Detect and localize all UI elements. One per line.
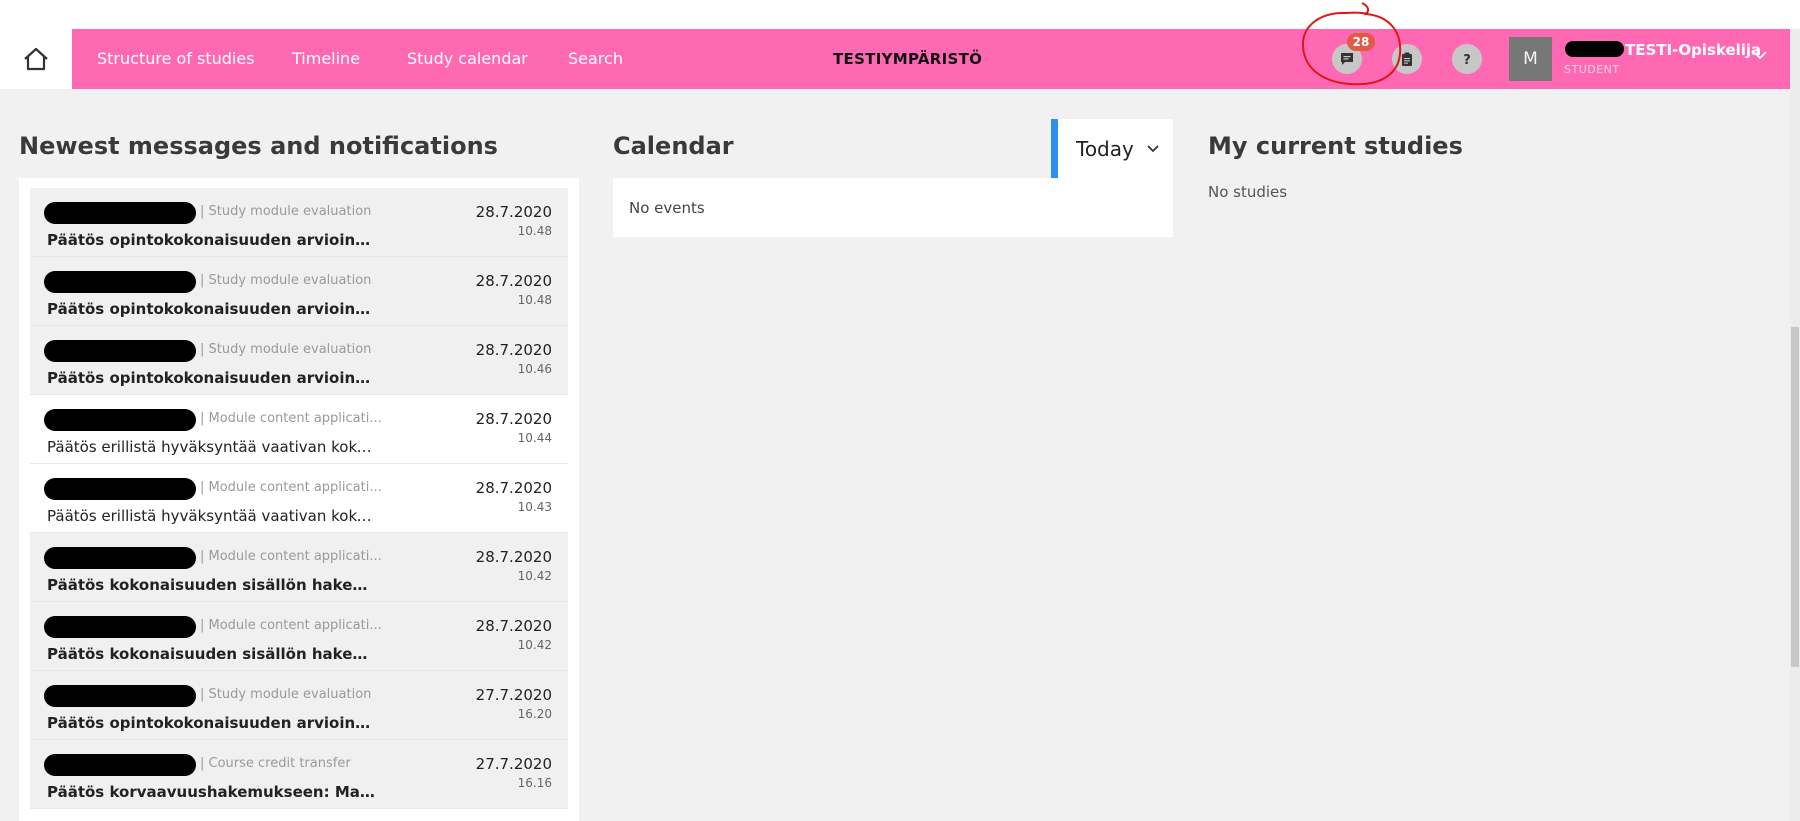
home-button[interactable] (0, 29, 72, 89)
user-role: STUDENT (1564, 63, 1620, 76)
message-row[interactable]: | Study module evaluation Päätös opintoko… (30, 188, 568, 257)
message-time: 16.16 (517, 776, 552, 790)
message-category: | Module content applicati... (200, 480, 382, 495)
message-row[interactable]: | Course credit transfer Päätös korvaavuu… (30, 740, 568, 809)
calendar-panel: No events (613, 178, 1173, 237)
help-icon: ? (1463, 53, 1471, 66)
avatar-letter: M (1523, 49, 1538, 69)
redacted-sender (44, 685, 196, 707)
nav-link-search[interactable]: Search (568, 29, 623, 89)
user-name[interactable]: TESTI-Opiskelija (1625, 41, 1761, 59)
message-time: 10.44 (517, 431, 552, 445)
redacted-sender (44, 478, 196, 500)
message-title: Päätös opintokokonaisuuden arviointipyyn… (47, 300, 377, 318)
message-time: 10.43 (517, 500, 552, 514)
home-icon (24, 47, 48, 71)
nav-link-timeline[interactable]: Timeline (292, 29, 360, 89)
environment-label: TESTIYMPÄRISTÖ (833, 50, 983, 68)
today-dropdown[interactable]: Today (1051, 119, 1173, 178)
redacted-sender (44, 271, 196, 293)
message-date: 27.7.2020 (475, 686, 552, 704)
redacted-user-name (1565, 41, 1624, 57)
message-date: 28.7.2020 (475, 410, 552, 428)
redacted-sender (44, 754, 196, 776)
message-category: | Module content applicati... (200, 618, 382, 633)
message-row[interactable]: | Module content applicati... Päätös koko… (30, 533, 568, 602)
redacted-sender (44, 202, 196, 224)
message-time: 10.48 (517, 224, 552, 238)
messages-panel: | Study module evaluation Päätös opintoko… (19, 178, 579, 821)
message-category: | Study module evaluation (200, 687, 372, 702)
nav-link-structure-of-studies[interactable]: Structure of studies (97, 29, 255, 89)
message-title: Päätös opintokokonaisuuden arviointipyyn… (47, 231, 377, 249)
help-button[interactable]: ? (1452, 44, 1482, 74)
message-count-badge: 28 (1347, 33, 1375, 51)
message-time: 10.42 (517, 569, 552, 583)
calendar-section-title: Calendar (613, 132, 734, 160)
studies-empty-text: No studies (1208, 183, 1288, 201)
message-title: Päätös opintokokonaisuuden arviointipyyn… (47, 369, 377, 387)
message-date: 28.7.2020 (475, 341, 552, 359)
message-time: 10.46 (517, 362, 552, 376)
message-category: | Course credit transfer (200, 756, 351, 771)
messages-section-title: Newest messages and notifications (19, 132, 498, 160)
message-date: 27.7.2020 (475, 755, 552, 773)
user-avatar[interactable]: M (1509, 37, 1552, 81)
top-navigation-bar: Structure of studies Timeline Study cale… (0, 29, 1790, 89)
studies-section-title: My current studies (1208, 132, 1463, 160)
redacted-sender (44, 616, 196, 638)
message-title: Päätös erillistä hyväksyntää vaativan ko… (47, 438, 377, 456)
message-row[interactable]: | Study module evaluation Päätös opintoko… (30, 671, 568, 740)
message-category: | Module content applicati... (200, 549, 382, 564)
message-row[interactable]: | Module content applicati... Päätös eril… (30, 395, 568, 464)
chevron-down-icon[interactable] (1752, 49, 1768, 61)
calendar-empty-text: No events (629, 199, 705, 217)
message-time: 16.20 (517, 707, 552, 721)
redacted-sender (44, 409, 196, 431)
message-time: 10.48 (517, 293, 552, 307)
message-title: Päätös kokonaisuuden sisällön hakemukse.… (47, 645, 377, 663)
notes-button[interactable] (1392, 44, 1422, 74)
message-title: Päätös kokonaisuuden sisällön hakemukse.… (47, 576, 377, 594)
message-category: | Study module evaluation (200, 342, 372, 357)
browser-top-strip (0, 0, 1800, 29)
message-date: 28.7.2020 (475, 617, 552, 635)
clipboard-icon (1402, 52, 1412, 66)
message-date: 28.7.2020 (475, 272, 552, 290)
message-row[interactable]: | Study module evaluation Päätös opintoko… (30, 257, 568, 326)
redacted-sender (44, 340, 196, 362)
message-row[interactable]: | Study module evaluation Päätös opintoko… (30, 326, 568, 395)
today-label: Today (1076, 136, 1134, 161)
message-title: Päätös erillistä hyväksyntää vaativan ko… (47, 507, 377, 525)
message-category: | Study module evaluation (200, 273, 372, 288)
page-scrollbar-thumb[interactable] (1791, 327, 1799, 667)
svg-text:?: ? (1463, 53, 1471, 66)
message-category: | Study module evaluation (200, 204, 372, 219)
message-category: | Module content applicati... (200, 411, 382, 426)
message-row[interactable]: | Module content applicati... Päätös eril… (30, 464, 568, 533)
nav-link-study-calendar[interactable]: Study calendar (407, 29, 528, 89)
message-date: 28.7.2020 (475, 203, 552, 221)
redacted-sender (44, 547, 196, 569)
message-icon (1341, 53, 1353, 65)
message-date: 28.7.2020 (475, 479, 552, 497)
chevron-down-icon (1147, 144, 1159, 152)
message-title: Päätös korvaavuushakemukseen: Marketin..… (47, 783, 377, 801)
message-row[interactable]: | Module content applicati... Päätös koko… (30, 602, 568, 671)
messages-list: | Study module evaluation Päätös opintoko… (30, 188, 568, 809)
message-date: 28.7.2020 (475, 548, 552, 566)
message-time: 10.42 (517, 638, 552, 652)
message-title: Päätös opintokokonaisuuden arviointipyyn… (47, 714, 377, 732)
